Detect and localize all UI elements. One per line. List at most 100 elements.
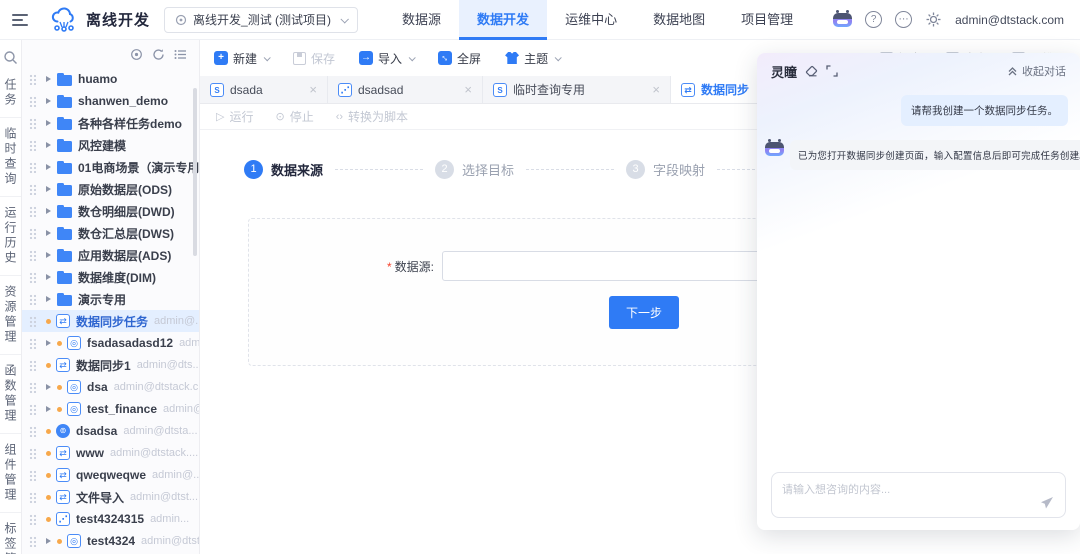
tree-item[interactable]: test_finance admin@... — [22, 398, 199, 420]
drag-handle-icon[interactable] — [29, 184, 36, 195]
editor-tab[interactable]: dsadsad × — [328, 76, 483, 103]
fullscreen-button[interactable]: ↔ 全屏 — [438, 50, 481, 67]
feedback-chat-icon[interactable]: ⋯ — [895, 11, 912, 28]
tree-item[interactable]: 数据维度(DIM) — [22, 266, 199, 288]
drag-handle-icon[interactable] — [29, 426, 36, 437]
tree-item[interactable]: 风控建模 — [22, 134, 199, 156]
drag-handle-icon[interactable] — [29, 206, 36, 217]
tree-item[interactable]: qweqweqwe admin@... — [22, 464, 199, 486]
expand-caret-icon[interactable] — [46, 230, 51, 236]
drag-handle-icon[interactable] — [29, 96, 36, 107]
expand-caret-icon[interactable] — [46, 120, 51, 126]
rail-item[interactable]: 任务 — [0, 69, 21, 118]
expand-panel-icon[interactable] — [826, 65, 838, 77]
expand-caret-icon[interactable] — [46, 252, 51, 258]
drag-handle-icon[interactable] — [29, 382, 36, 393]
drag-handle-icon[interactable] — [29, 360, 36, 371]
editor-tab[interactable]: 临时查询专用 × — [483, 76, 671, 103]
expand-caret-icon[interactable] — [46, 76, 51, 82]
tree-item[interactable]: test4324315 admin... — [22, 508, 199, 530]
locate-file-icon[interactable] — [130, 48, 143, 61]
drag-handle-icon[interactable] — [29, 536, 36, 547]
tree-item[interactable]: 数据同步1 admin@dts... — [22, 354, 199, 376]
tree-item[interactable]: 数仓汇总层(DWS) — [22, 222, 199, 244]
expand-caret-icon[interactable] — [46, 164, 51, 170]
nav-item[interactable]: 项目管理 — [723, 0, 811, 40]
drag-handle-icon[interactable] — [29, 162, 36, 173]
rail-item[interactable]: 函数管理 — [0, 355, 21, 434]
drag-handle-icon[interactable] — [29, 294, 36, 305]
ai-assistant-icon[interactable] — [833, 13, 852, 27]
tree-item[interactable]: 文件导入 admin@dtst... — [22, 486, 199, 508]
project-selector[interactable]: 离线开发_测试 (测试项目) — [164, 7, 358, 33]
nav-item[interactable]: 数据开发 — [459, 0, 547, 40]
tree-item[interactable]: dsa admin@dtstack.c... — [22, 376, 199, 398]
clear-chat-eraser-icon[interactable] — [805, 65, 818, 78]
close-icon[interactable]: × — [652, 83, 660, 96]
run-button[interactable]: ▷ 运行 — [216, 108, 253, 125]
drag-handle-icon[interactable] — [29, 470, 36, 481]
drag-handle-icon[interactable] — [29, 338, 36, 349]
drag-handle-icon[interactable] — [29, 514, 36, 525]
tree-item[interactable]: 应用数据层(ADS) — [22, 244, 199, 266]
tree-item[interactable]: www admin@dtstack.... — [22, 442, 199, 464]
drag-handle-icon[interactable] — [29, 250, 36, 261]
drag-handle-icon[interactable] — [29, 404, 36, 415]
rail-item[interactable]: 资源管理 — [0, 276, 21, 355]
tree-item[interactable]: 各种各样任务demo — [22, 112, 199, 134]
hamburger-menu-icon[interactable] — [12, 14, 28, 26]
expand-caret-icon[interactable] — [46, 274, 51, 280]
user-email[interactable]: admin@dtstack.com — [955, 13, 1064, 27]
expand-caret-icon[interactable] — [46, 340, 51, 346]
drag-handle-icon[interactable] — [29, 448, 36, 459]
settings-gear-icon[interactable] — [925, 11, 942, 28]
drag-handle-icon[interactable] — [29, 316, 36, 327]
help-icon[interactable]: ? — [865, 11, 882, 28]
next-step-button[interactable]: 下一步 — [609, 296, 679, 329]
stop-button[interactable]: ⊙ 停止 — [275, 108, 313, 125]
tree-item[interactable]: fsadasadasd12 admi... — [22, 332, 199, 354]
drag-handle-icon[interactable] — [29, 74, 36, 85]
tree-item[interactable]: 01电商场景（演示专用... — [22, 156, 199, 178]
close-icon[interactable]: × — [464, 83, 472, 96]
convert-to-script-button[interactable]: ‹› 转换为脚本 — [336, 108, 408, 125]
tree-item[interactable]: huamo — [22, 68, 199, 90]
search-icon[interactable] — [3, 50, 18, 65]
drag-handle-icon[interactable] — [29, 492, 36, 503]
tree-item[interactable]: 演示专用 — [22, 288, 199, 310]
rail-item[interactable]: 组件管理 — [0, 434, 21, 513]
drag-handle-icon[interactable] — [29, 140, 36, 151]
expand-caret-icon[interactable] — [46, 98, 51, 104]
rail-item[interactable]: 临时查询 — [0, 118, 21, 197]
expand-caret-icon[interactable] — [46, 142, 51, 148]
save-button[interactable]: 保存 — [293, 50, 335, 67]
tree-item[interactable]: shanwen_demo — [22, 90, 199, 112]
rail-item[interactable]: 运行历史 — [0, 197, 21, 276]
import-button[interactable]: → 导入 — [359, 50, 414, 67]
expand-caret-icon[interactable] — [46, 208, 51, 214]
list-view-icon[interactable] — [174, 48, 187, 61]
tree-item[interactable]: 原始数据层(ODS) — [22, 178, 199, 200]
close-icon[interactable]: × — [309, 83, 317, 96]
tree-item[interactable]: 数仓明细层(DWD) — [22, 200, 199, 222]
editor-tab[interactable]: dsada × — [200, 76, 328, 103]
tree-item[interactable]: dsadsa admin@dtsta... — [22, 420, 199, 442]
expand-caret-icon[interactable] — [46, 384, 51, 390]
nav-item[interactable]: 数据源 — [384, 0, 459, 40]
refresh-icon[interactable] — [152, 48, 165, 61]
drag-handle-icon[interactable] — [29, 228, 36, 239]
expand-caret-icon[interactable] — [46, 186, 51, 192]
expand-caret-icon[interactable] — [46, 538, 51, 544]
tree-item[interactable]: 数据同步任务 admin@... — [22, 310, 199, 332]
rail-item[interactable]: 标签管理 — [0, 513, 21, 554]
expand-caret-icon[interactable] — [46, 406, 51, 412]
chat-input[interactable] — [772, 473, 1065, 517]
tree-item[interactable]: test4324 admin@dtst... — [22, 530, 199, 552]
new-button[interactable]: + 新建 — [214, 50, 269, 67]
drag-handle-icon[interactable] — [29, 118, 36, 129]
drag-handle-icon[interactable] — [29, 272, 36, 283]
send-icon[interactable] — [1039, 495, 1055, 511]
theme-button[interactable]: 主题 — [505, 50, 560, 67]
nav-item[interactable]: 数据地图 — [635, 0, 723, 40]
collapse-chat-button[interactable]: 收起对话 — [1007, 63, 1066, 79]
